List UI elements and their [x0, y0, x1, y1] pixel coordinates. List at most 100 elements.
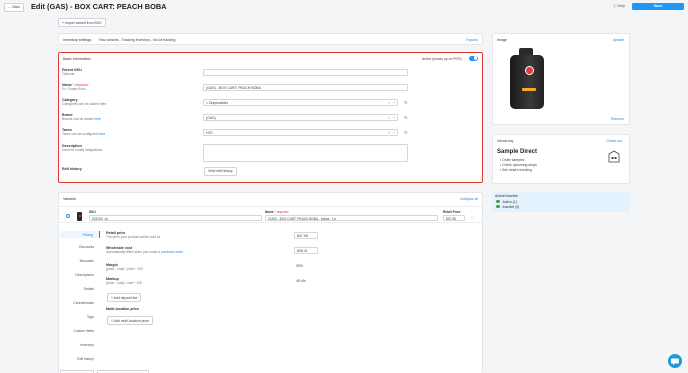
- name-sub: Ex. Purple Kush: [62, 87, 86, 91]
- brand-sub: Brands can be added: [62, 117, 94, 121]
- add-deposit-fee-button[interactable]: + Add deposit fee: [107, 293, 142, 303]
- variant-row: SKU 023294_1g____ Name * required (GAS) …: [59, 206, 482, 223]
- back-button[interactable]: ← Back: [4, 3, 24, 12]
- list-item: • See what's trending: [500, 168, 532, 172]
- inventory-settings-card: Inventory settings Has variants - Tracki…: [58, 33, 483, 45]
- import-variant-button[interactable]: + Import variant from BOS: [58, 18, 106, 28]
- clear-icon[interactable]: ×: [388, 131, 390, 135]
- active-inactive-card: Active/Inactive Active (1) Inactive (0): [492, 192, 630, 212]
- taxes-select[interactable]: HST × ˅: [203, 129, 398, 136]
- device-logo-circle: [525, 66, 534, 75]
- tab-tags[interactable]: Tags: [60, 315, 100, 319]
- green-dot-icon: [496, 199, 500, 204]
- sample-direct-card: Introducing Check out Sample Direct • Or…: [492, 134, 630, 184]
- wholesale-sub: Automatically filled when you make a: [106, 250, 161, 254]
- arrow-left-icon: ←: [8, 5, 12, 10]
- clear-icon[interactable]: ×: [388, 101, 390, 105]
- remove-image-link[interactable]: Remove: [611, 117, 624, 121]
- category-select[interactable]: × Disposables × ˅: [203, 99, 398, 106]
- retail-price-field[interactable]: $37.98: [294, 232, 318, 239]
- refresh-icon[interactable]: ↻: [404, 115, 408, 121]
- description-labels: Description Used for Leafly integrations: [62, 144, 102, 152]
- brand-select[interactable]: (GAS) × ˅: [203, 114, 398, 121]
- purchase-order-link[interactable]: purchase order: [161, 250, 183, 254]
- variants-card: Variants Collapse all SKU 023294_1g____ …: [58, 192, 483, 373]
- wholesale-labels: Wholesale cost Automatically filled when…: [106, 246, 183, 254]
- tab-discounts[interactable]: Discounts: [60, 245, 100, 249]
- help-link[interactable]: ⓘ Help: [613, 4, 625, 9]
- more-options-icon[interactable]: ⋮: [470, 215, 474, 220]
- category-labels: Category Categories can be added here: [62, 98, 106, 106]
- tab-descriptions[interactable]: Descriptions: [60, 273, 100, 277]
- tab-barcodes[interactable]: Barcodes: [60, 259, 100, 263]
- check-circle-icon[interactable]: [66, 214, 70, 218]
- expand-link[interactable]: Expand: [466, 38, 478, 42]
- chat-icon: [671, 358, 679, 365]
- inventory-settings-label: Inventory settings: [63, 38, 92, 42]
- sku-input[interactable]: 023294_1g____: [89, 215, 262, 221]
- retail-price-header: Retail Price: [443, 210, 461, 214]
- active-label: Active (shows up on POS): [422, 56, 462, 61]
- clear-icon[interactable]: ×: [388, 116, 390, 120]
- tab-custom-fields[interactable]: Custom fields: [60, 329, 100, 333]
- variant-name-input[interactable]: (GAS) - BOX CART: PEACH BOBA - Indica - …: [265, 215, 438, 221]
- refresh-icon[interactable]: ↻: [404, 100, 408, 106]
- update-image-link[interactable]: Update: [613, 38, 624, 42]
- taxes-labels: Taxes Taxes can be configured here: [62, 128, 105, 136]
- basic-info-title: Basic information: [63, 56, 91, 61]
- refresh-icon[interactable]: ↻: [404, 130, 408, 136]
- name-input[interactable]: (GAS) - BOX CART: PEACH BOBA: [203, 84, 408, 91]
- page-title: Edit (GAS) - BOX CART: PEACH BOBA: [31, 2, 167, 11]
- plus-icon: +: [111, 295, 113, 300]
- green-dot-icon: [496, 204, 500, 209]
- margin-value: 33%: [296, 264, 304, 268]
- taxes-here-link[interactable]: here: [99, 132, 106, 136]
- device-label-stripe: [522, 88, 536, 91]
- brand-here-link[interactable]: here: [94, 117, 101, 121]
- check-out-link[interactable]: Check out: [606, 139, 622, 143]
- markup-sub: (price - cost) / cost * 100: [106, 281, 142, 285]
- variant-tabs: Pricing Discounts Barcodes Descriptions …: [59, 231, 100, 373]
- chevron-down-icon: ˅: [392, 131, 395, 136]
- tab-cannabinoids[interactable]: Cannabinoids: [60, 301, 100, 305]
- brand-labels: Brand Brands can be added here: [62, 113, 101, 121]
- tab-edit-history[interactable]: Edit history: [60, 357, 100, 361]
- device-body: [510, 55, 544, 109]
- thumb-dot: [78, 214, 81, 217]
- product-image: [507, 46, 549, 113]
- add-multi-location-price-button[interactable]: + Add multi-location price: [107, 316, 153, 326]
- parent-sku-sub: Optional: [62, 72, 75, 76]
- shop-icon: [607, 149, 621, 163]
- parent-sku-input[interactable]: [203, 69, 408, 76]
- introducing-label: Introducing: [497, 139, 514, 143]
- tab-details[interactable]: Details: [60, 287, 100, 291]
- inactive-legend-item[interactable]: Inactive (0): [496, 205, 519, 209]
- sample-direct-list: • Order samples • Check upcoming drops •…: [500, 158, 537, 173]
- image-title: Image: [497, 38, 507, 42]
- chat-bubble-button[interactable]: [668, 354, 682, 368]
- plus-icon: +: [111, 318, 113, 323]
- retail-price-sub: The price your product will be sold at: [106, 235, 160, 239]
- edit-history-label: Edit history: [62, 167, 82, 171]
- retail-price-input[interactable]: $37.98: [443, 215, 465, 221]
- description-textarea[interactable]: [203, 144, 408, 162]
- basic-information-card: Basic information Active (shows up on PO…: [58, 52, 483, 183]
- multi-location-label: Multi-location price: [106, 307, 139, 311]
- tab-pricing[interactable]: Pricing: [60, 231, 100, 238]
- help-icon: ⓘ: [613, 4, 617, 8]
- markup-labels: Markup (price - cost) / cost * 100: [106, 277, 142, 285]
- tab-inventory[interactable]: Inventory: [60, 343, 100, 347]
- parent-sku-labels: Parent SKU Optional: [62, 68, 82, 76]
- chevron-down-icon: ˅: [392, 116, 395, 121]
- category-here-link[interactable]: here: [100, 102, 107, 106]
- margin-labels: Margin (price - cost) / price * 100: [106, 263, 143, 271]
- chevron-down-icon: ˅: [392, 101, 395, 106]
- active-inactive-title: Active/Inactive: [495, 194, 519, 198]
- active-legend-item[interactable]: Active (1): [496, 200, 517, 204]
- image-card: Image Update Remove: [492, 33, 630, 125]
- collapse-all-link[interactable]: Collapse all: [460, 197, 478, 201]
- wholesale-cost-field[interactable]: $26.41: [294, 247, 318, 254]
- save-button[interactable]: Save: [632, 3, 684, 10]
- active-toggle[interactable]: [469, 55, 478, 61]
- view-edit-history-button[interactable]: View edit history: [204, 166, 237, 176]
